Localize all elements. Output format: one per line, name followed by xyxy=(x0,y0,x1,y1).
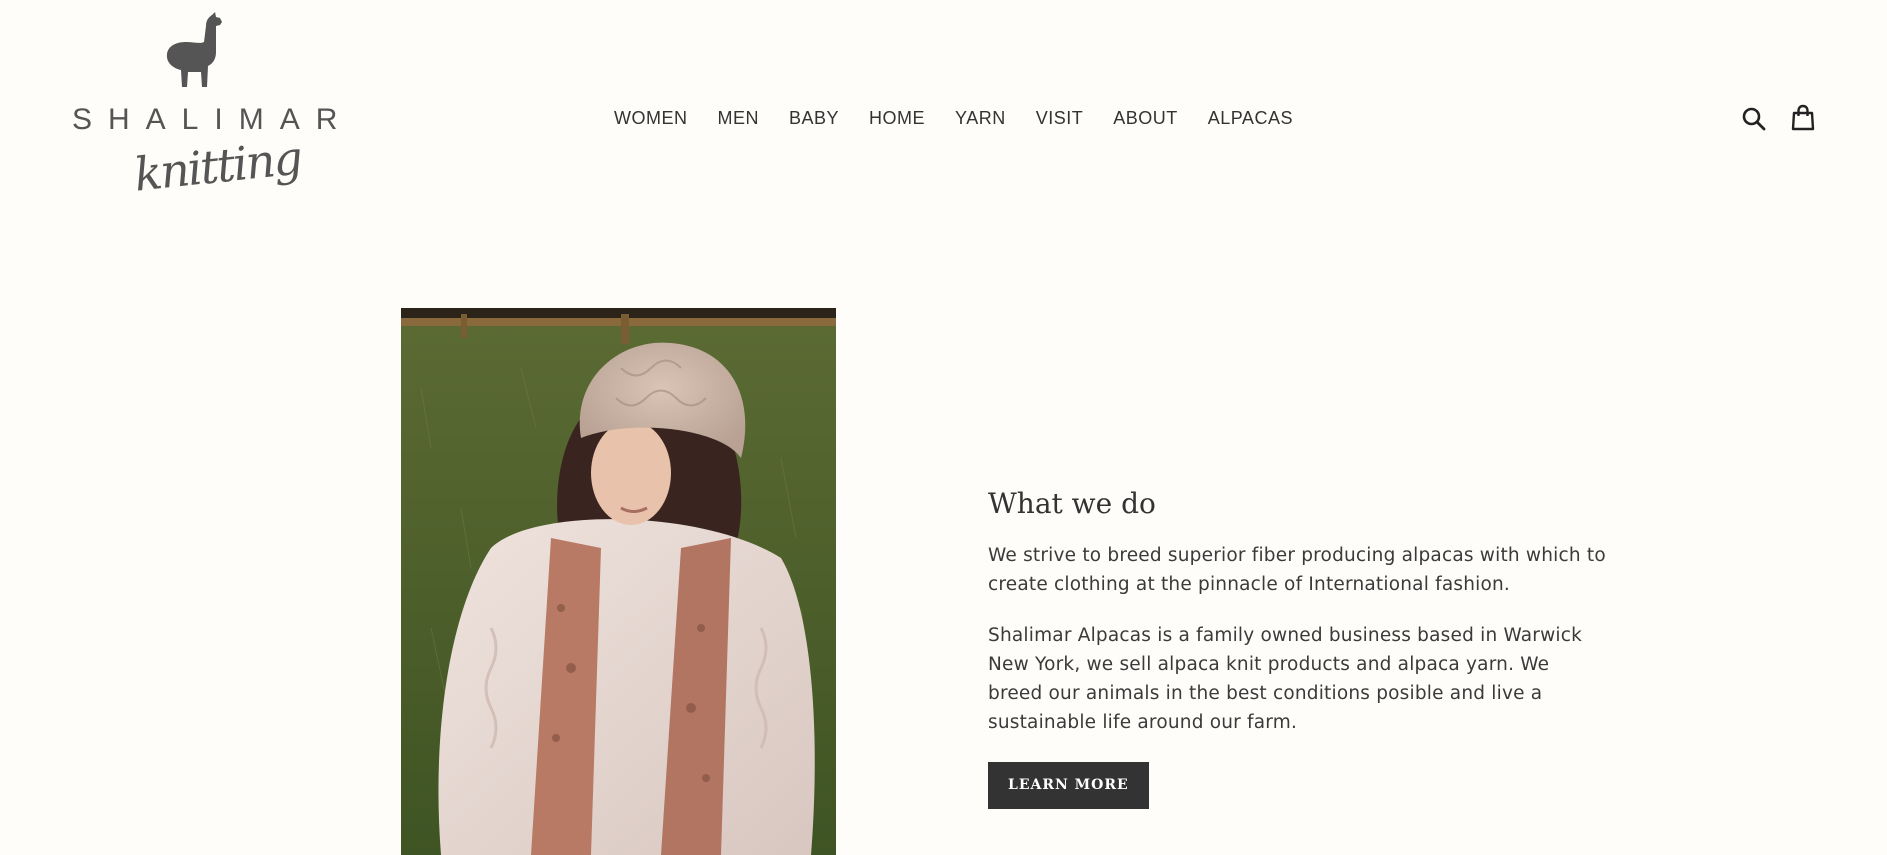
feature-text: What we do We strive to breed superior f… xyxy=(988,486,1608,809)
nav-alpacas[interactable]: ALPACAS xyxy=(1208,106,1293,130)
nav-visit[interactable]: VISIT xyxy=(1036,106,1084,130)
search-button[interactable] xyxy=(1741,106,1767,132)
nav-home[interactable]: HOME xyxy=(869,106,925,130)
feature-paragraph-2: Shalimar Alpacas is a family owned busin… xyxy=(988,625,1583,733)
nav-men[interactable]: MEN xyxy=(718,106,760,130)
main-nav: WOMEN MEN BABY HOME YARN VISIT ABOUT ALP… xyxy=(614,106,1323,130)
nav-women[interactable]: WOMEN xyxy=(614,106,688,130)
feature-heading: What we do xyxy=(988,487,1156,520)
nav-about[interactable]: ABOUT xyxy=(1113,106,1178,130)
learn-more-button[interactable]: LEARN MORE xyxy=(988,762,1149,809)
cart-button[interactable] xyxy=(1789,104,1817,132)
site-logo[interactable]: SHALIMAR knitting xyxy=(62,12,352,217)
nav-yarn[interactable]: YARN xyxy=(955,106,1006,130)
logo-script: knitting xyxy=(131,130,304,202)
feature-photo xyxy=(401,308,836,855)
logo-wordmark: SHALIMAR xyxy=(72,103,354,136)
feature-paragraph-1: We strive to breed superior fiber produc… xyxy=(988,545,1606,595)
search-icon xyxy=(1742,107,1766,131)
alpaca-icon xyxy=(166,12,222,87)
shopping-bag-icon xyxy=(1791,104,1815,131)
nav-baby[interactable]: BABY xyxy=(789,106,839,130)
